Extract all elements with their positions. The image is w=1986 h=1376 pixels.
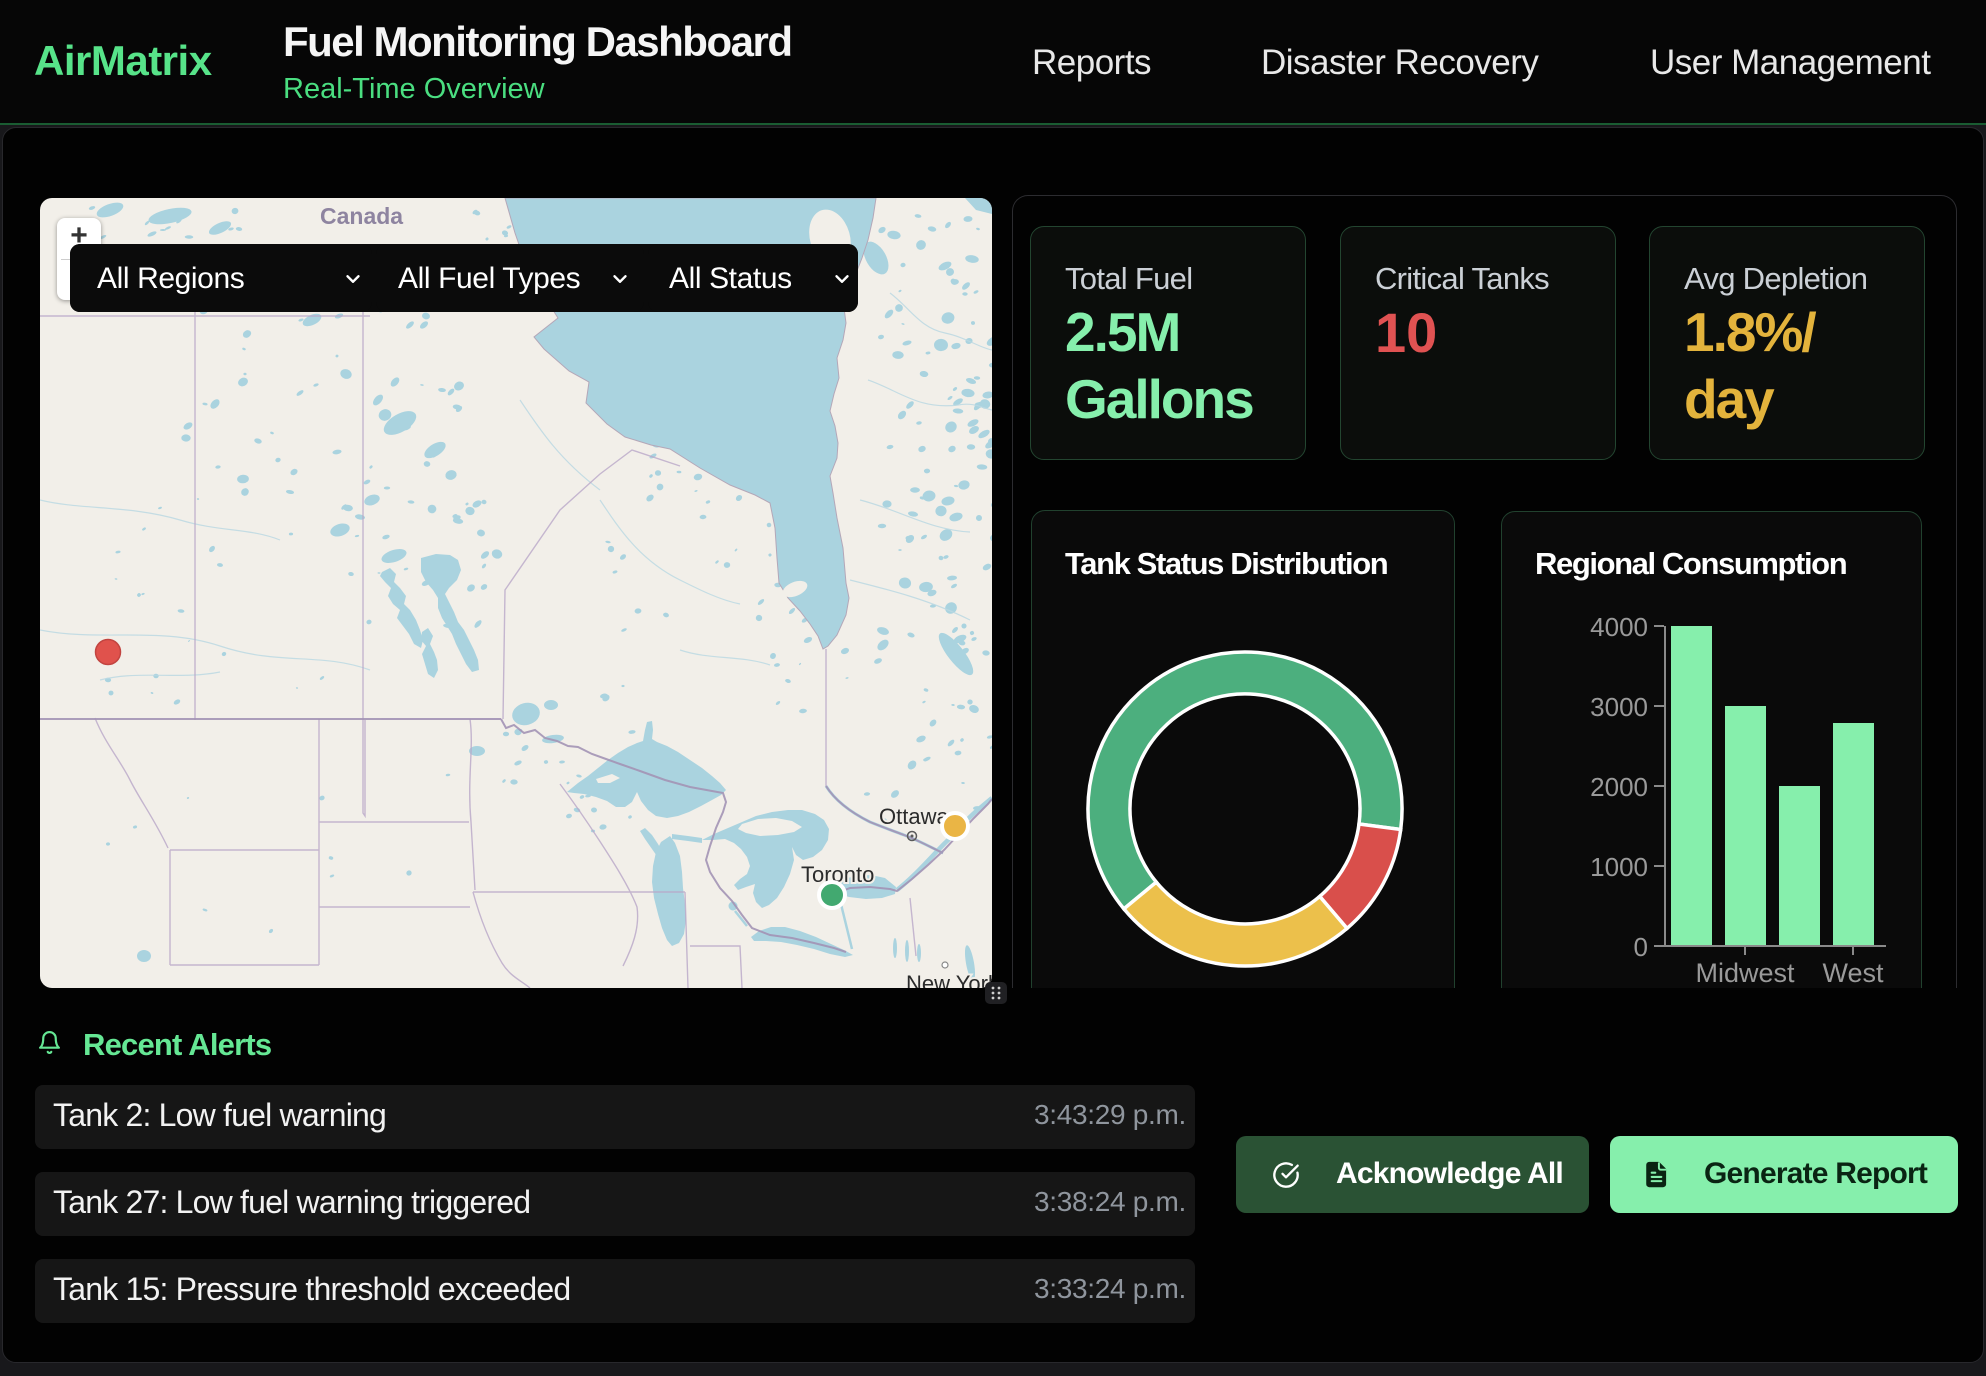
svg-text:Canada: Canada <box>320 203 403 229</box>
svg-text:New York: New York <box>906 971 992 988</box>
svg-text:Ottawa: Ottawa <box>879 804 949 829</box>
